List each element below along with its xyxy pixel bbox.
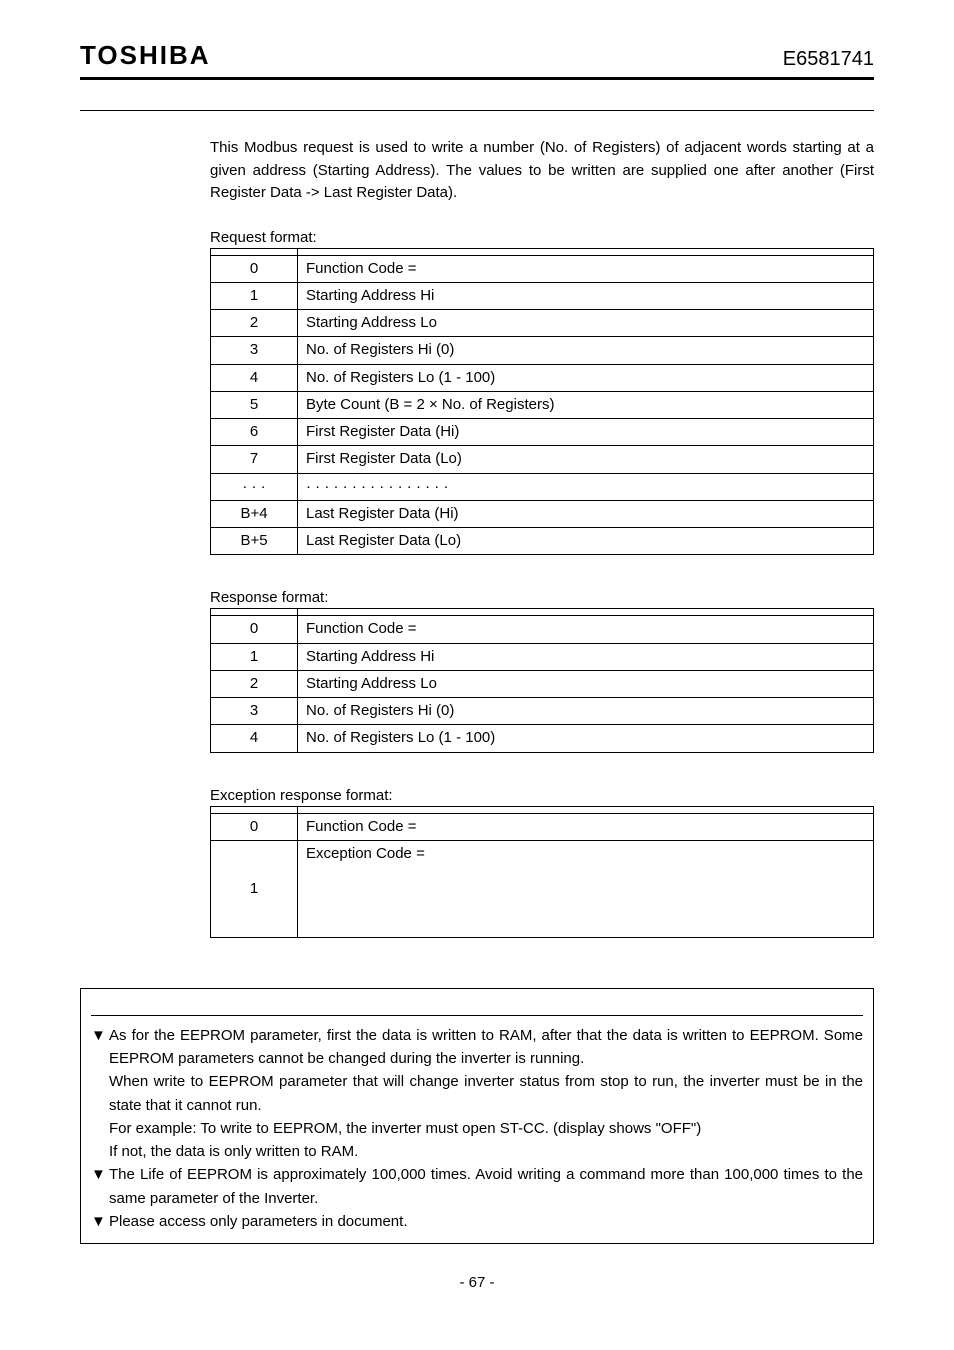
cell-num: 5 — [211, 391, 298, 418]
cell-num — [211, 248, 298, 255]
table-row: B+5Last Register Data (Lo) — [211, 528, 874, 555]
cell-num: 0 — [211, 616, 298, 643]
response-table: 0Function Code = 1Starting Address Hi 2S… — [210, 608, 874, 752]
cell-num — [211, 609, 298, 616]
notes-inner: ▼ As for the EEPROM parameter, first the… — [91, 1015, 863, 1233]
cell-desc: Byte Count (B = 2 × No. of Registers) — [298, 391, 874, 418]
table-row — [211, 248, 874, 255]
table-row: 0Function Code = — [211, 813, 874, 840]
cell-desc: · · · · · · · · · · · · · · · · — [298, 473, 874, 500]
page-header: TOSHIBA E6581741 — [80, 40, 874, 75]
table-row: 1Exception Code = — [211, 840, 874, 937]
request-caption: Request format: — [210, 229, 874, 246]
cell-num: 2 — [211, 670, 298, 697]
cell-num: 3 — [211, 698, 298, 725]
content-area: This Modbus request is used to write a n… — [210, 137, 874, 938]
cell-desc: Function Code = — [298, 616, 874, 643]
exception-table: 0Function Code = 1Exception Code = — [210, 806, 874, 938]
response-caption: Response format: — [210, 589, 874, 606]
table-row: 4No. of Registers Lo (1 - 100) — [211, 725, 874, 752]
note-text: The Life of EEPROM is approximately 100,… — [109, 1163, 863, 1210]
header-rule-thick — [80, 77, 874, 80]
table-row: B+4Last Register Data (Hi) — [211, 500, 874, 527]
cell-num: 7 — [211, 446, 298, 473]
document-number: E6581741 — [783, 48, 874, 71]
cell-num: · · · — [211, 473, 298, 500]
cell-desc: No. of Registers Hi (0) — [298, 337, 874, 364]
cell-desc: Last Register Data (Hi) — [298, 500, 874, 527]
note-text: As for the EEPROM parameter, first the d… — [109, 1024, 863, 1164]
cell-num: 1 — [211, 840, 298, 937]
cell-num: 1 — [211, 282, 298, 309]
cell-num: 4 — [211, 364, 298, 391]
intro-paragraph: This Modbus request is used to write a n… — [210, 137, 874, 205]
cell-num — [211, 806, 298, 813]
table-row: 7First Register Data (Lo) — [211, 446, 874, 473]
exception-caption: Exception response format: — [210, 787, 874, 804]
table-row: 2Starting Address Lo — [211, 310, 874, 337]
cell-desc — [298, 806, 874, 813]
cell-desc: Starting Address Lo — [298, 310, 874, 337]
page: TOSHIBA E6581741 This Modbus request is … — [0, 0, 954, 1350]
brand-logo: TOSHIBA — [80, 40, 211, 71]
cell-num: 0 — [211, 813, 298, 840]
cell-desc: No. of Registers Lo (1 - 100) — [298, 725, 874, 752]
cell-num: 6 — [211, 419, 298, 446]
cell-num: B+4 — [211, 500, 298, 527]
cell-num: B+5 — [211, 528, 298, 555]
bullet-icon: ▼ — [91, 1163, 109, 1210]
cell-desc: No. of Registers Hi (0) — [298, 698, 874, 725]
note-text: Please access only parameters in documen… — [109, 1210, 863, 1233]
table-row: 2Starting Address Lo — [211, 670, 874, 697]
bullet-icon: ▼ — [91, 1210, 109, 1233]
cell-num: 1 — [211, 643, 298, 670]
cell-desc: First Register Data (Lo) — [298, 446, 874, 473]
table-row: 0Function Code = — [211, 616, 874, 643]
table-row — [211, 806, 874, 813]
request-table: 0Function Code = 1Starting Address Hi 2S… — [210, 248, 874, 556]
table-row: 1Starting Address Hi — [211, 282, 874, 309]
table-row: 1Starting Address Hi — [211, 643, 874, 670]
table-row: 0Function Code = — [211, 255, 874, 282]
cell-desc: Starting Address Hi — [298, 282, 874, 309]
notes-box: ▼ As for the EEPROM parameter, first the… — [80, 988, 874, 1244]
cell-desc — [298, 609, 874, 616]
cell-desc: Starting Address Hi — [298, 643, 874, 670]
cell-num: 4 — [211, 725, 298, 752]
cell-desc: Exception Code = — [298, 840, 874, 937]
note-item: ▼ As for the EEPROM parameter, first the… — [91, 1024, 863, 1164]
cell-desc: Function Code = — [298, 255, 874, 282]
cell-desc: No. of Registers Lo (1 - 100) — [298, 364, 874, 391]
cell-num: 0 — [211, 255, 298, 282]
cell-num: 2 — [211, 310, 298, 337]
table-row: 4No. of Registers Lo (1 - 100) — [211, 364, 874, 391]
cell-desc — [298, 248, 874, 255]
bullet-icon: ▼ — [91, 1024, 109, 1164]
cell-num: 3 — [211, 337, 298, 364]
note-item: ▼ The Life of EEPROM is approximately 10… — [91, 1163, 863, 1210]
note-item: ▼ Please access only parameters in docum… — [91, 1210, 863, 1233]
page-number: - 67 - — [80, 1274, 874, 1291]
table-row: 3No. of Registers Hi (0) — [211, 698, 874, 725]
table-row: · · ·· · · · · · · · · · · · · · · · — [211, 473, 874, 500]
table-row: 6First Register Data (Hi) — [211, 419, 874, 446]
table-row: 5Byte Count (B = 2 × No. of Registers) — [211, 391, 874, 418]
cell-desc: Last Register Data (Lo) — [298, 528, 874, 555]
table-row — [211, 609, 874, 616]
cell-desc: Function Code = — [298, 813, 874, 840]
table-row: 3No. of Registers Hi (0) — [211, 337, 874, 364]
cell-desc: Starting Address Lo — [298, 670, 874, 697]
header-rule-thin — [80, 110, 874, 111]
cell-desc: First Register Data (Hi) — [298, 419, 874, 446]
